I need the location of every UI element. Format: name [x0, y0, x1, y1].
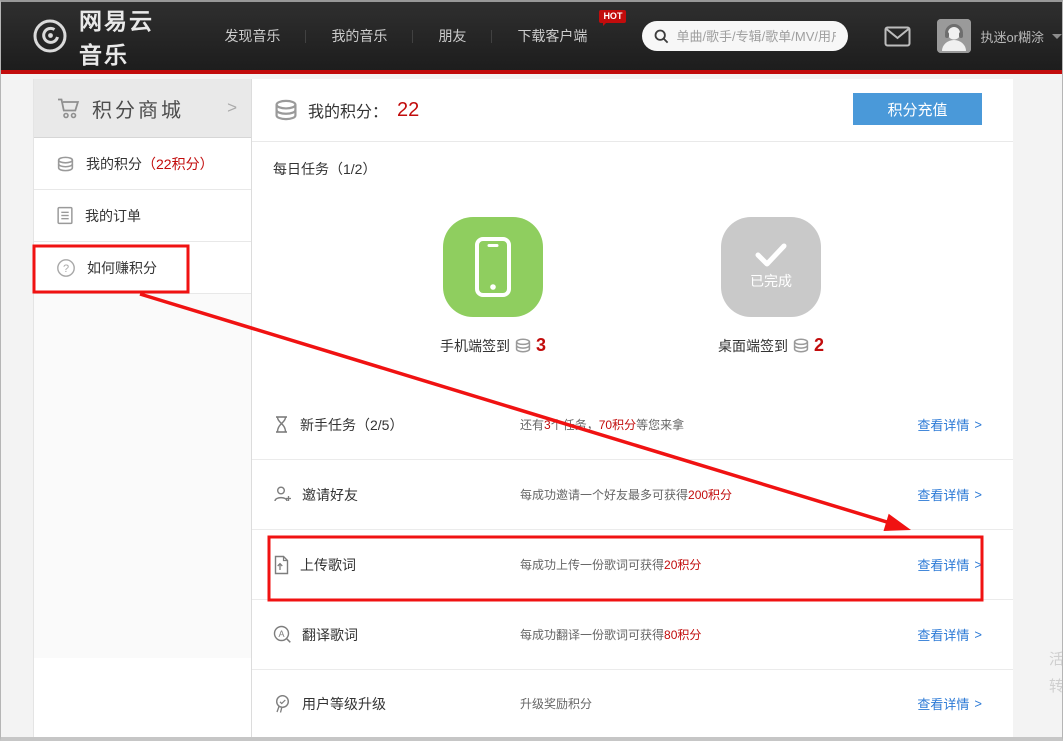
task-row-description: 还有3个任务，70积分等您来拿 [520, 416, 684, 433]
points-mall-sidebar: 积分商城 > 我的积分（22积分） 我的订单 ? 如何赚积分 [33, 79, 252, 737]
desktop-checkin-points: 2 [814, 335, 824, 356]
mobile-checkin-points: 3 [536, 335, 546, 356]
sidebar-item-label: 我的订单 [85, 206, 141, 226]
coins-icon [514, 338, 532, 353]
sidebar-empty-area [34, 294, 251, 658]
add-person-icon [273, 485, 292, 504]
chevron-right-icon: > [974, 627, 982, 642]
task-row-title: 新手任务（2/5） [300, 415, 403, 435]
sidebar-item-how-to-earn[interactable]: ? 如何赚积分 [34, 242, 251, 294]
sidebar-item-label: 我的积分（22积分） [86, 154, 214, 174]
task-row-title: 用户等级升级 [302, 694, 386, 714]
nav-download-client[interactable]: 下载客户端 HOT [492, 26, 612, 46]
daily-tasks-title: 每日任务（1/2） [273, 159, 376, 179]
task-row-title: 翻译歌词 [302, 625, 358, 645]
task-row-upload-lyrics[interactable]: 上传歌词 每成功上传一份歌词可获得20积分 查看详情 > [252, 530, 1013, 600]
question-circle-icon: ? [56, 258, 76, 278]
hot-badge: HOT [599, 10, 626, 23]
mail-icon[interactable] [884, 26, 911, 47]
task-row-translate-lyrics[interactable]: A 翻译歌词 每成功翻译一份歌词可获得80积分 查看详情 > [252, 600, 1013, 670]
top-right-controls: 执迷or糊涂 [884, 19, 1062, 53]
task-row-description: 升级奖励积分 [520, 695, 592, 712]
chevron-right-icon: > [227, 98, 237, 118]
sidebar-item-points-mall[interactable]: 积分商城 > [34, 79, 251, 138]
right-edge-partial-text: 转 [1049, 679, 1063, 694]
search-input[interactable] [676, 29, 836, 44]
task-row-list: 新手任务（2/5） 还有3个任务，70积分等您来拿 查看详情 > 邀请好友 [252, 390, 1013, 737]
header-accent-line [1, 70, 1062, 74]
view-details-link[interactable]: 查看详情 > [917, 694, 982, 713]
medal-icon [273, 694, 292, 714]
task-done-badge: 已完成 [750, 271, 792, 291]
sidebar-item-label: 如何赚积分 [87, 258, 157, 278]
hourglass-icon [273, 415, 290, 434]
chevron-right-icon: > [974, 417, 982, 432]
task-row-description: 每成功翻译一份歌词可获得80积分 [520, 626, 701, 643]
app-logo[interactable]: 网易云音乐 [31, 2, 177, 70]
top-navigation-bar: 网易云音乐 发现音乐 我的音乐 朋友 下载客户端 HOT [1, 2, 1062, 70]
nav-friends[interactable]: 朋友 [413, 26, 491, 46]
svg-text:A: A [278, 629, 284, 639]
netease-music-logo-icon [31, 17, 69, 55]
task-row-description: 每成功邀请一个好友最多可获得200积分 [520, 486, 732, 503]
checkmark-icon [754, 243, 788, 267]
task-row-invite-friends[interactable]: 邀请好友 每成功邀请一个好友最多可获得200积分 查看详情 > [252, 460, 1013, 530]
sidebar-item-my-orders[interactable]: 我的订单 [34, 190, 251, 242]
task-row-title: 上传歌词 [300, 555, 356, 575]
mobile-checkin-task-icon[interactable] [443, 217, 543, 317]
coins-icon [792, 338, 810, 353]
phone-icon [474, 236, 512, 298]
task-row-user-level-upgrade[interactable]: 用户等级升级 升级奖励积分 查看详情 > [252, 670, 1013, 737]
task-row-newbie[interactable]: 新手任务（2/5） 还有3个任务，70积分等您来拿 查看详情 > [252, 390, 1013, 460]
nav-my-music[interactable]: 我的音乐 [306, 26, 412, 46]
view-details-link[interactable]: 查看详情 > [917, 485, 982, 504]
coins-icon [273, 99, 299, 121]
coins-icon [56, 156, 75, 172]
task-row-title: 邀请好友 [302, 485, 358, 505]
task-row-description: 每成功上传一份歌词可获得20积分 [520, 556, 701, 573]
sidebar-item-my-points[interactable]: 我的积分（22积分） [34, 138, 251, 190]
search-icon [654, 29, 669, 44]
desktop-checkin-task-icon[interactable]: 已完成 [721, 217, 821, 317]
upload-document-icon [273, 555, 290, 575]
my-points-value: 22 [397, 99, 419, 122]
chevron-right-icon: > [974, 696, 982, 711]
sidebar-title: 积分商城 [92, 94, 227, 123]
view-details-link[interactable]: 查看详情 > [917, 415, 982, 434]
desktop-checkin-label: 桌面端签到 2 [691, 335, 851, 356]
main-nav: 发现音乐 我的音乐 朋友 下载客户端 HOT [199, 26, 612, 46]
cart-icon [56, 96, 82, 120]
username-label[interactable]: 执迷or糊涂 [980, 27, 1044, 46]
user-avatar[interactable] [937, 19, 971, 53]
view-details-link[interactable]: 查看详情 > [917, 625, 982, 644]
app-title: 网易云音乐 [79, 2, 177, 70]
svg-text:?: ? [63, 263, 69, 275]
points-main-panel: 我的积分： 22 积分充值 每日任务（1/2） 手机端签到 3 已完成 桌面端签… [252, 79, 1013, 737]
points-recharge-button[interactable]: 积分充值 [853, 93, 982, 125]
chevron-right-icon: > [974, 487, 982, 502]
order-document-icon [56, 206, 74, 225]
view-details-link[interactable]: 查看详情 > [917, 555, 982, 574]
chevron-down-icon[interactable] [1052, 34, 1062, 44]
translate-search-icon: A [273, 625, 292, 644]
my-points-label: 我的积分： [308, 98, 388, 122]
right-edge-partial-text: 活 [1049, 652, 1063, 667]
mobile-checkin-label: 手机端签到 3 [413, 335, 573, 356]
search-box[interactable] [642, 21, 848, 51]
nav-discover-music[interactable]: 发现音乐 [199, 26, 305, 46]
chevron-right-icon: > [974, 557, 982, 572]
